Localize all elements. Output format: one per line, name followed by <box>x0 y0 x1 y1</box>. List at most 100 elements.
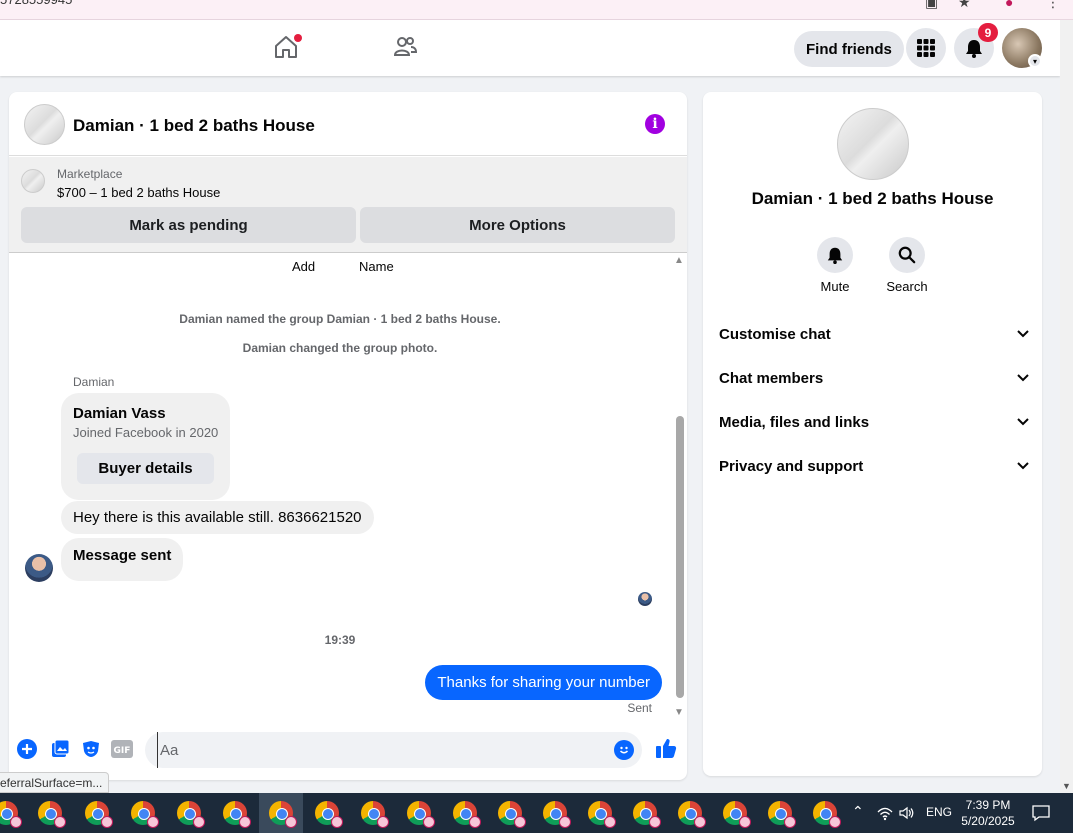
chrome-icon[interactable] <box>177 801 205 828</box>
chrome-icon[interactable] <box>85 801 113 828</box>
svg-text:GIF: GIF <box>114 746 131 756</box>
gif-icon[interactable]: GIF <box>111 738 133 760</box>
chrome-icon[interactable] <box>131 801 159 828</box>
chrome-icon[interactable] <box>633 801 661 828</box>
buyer-card: Damian Vass Joined Facebook in 2020 Buye… <box>61 393 230 500</box>
buyer-name: Damian Vass <box>73 405 166 422</box>
message-list[interactable]: Add Name Damian named the group Damian ·… <box>9 253 687 723</box>
friends-icon[interactable] <box>390 32 420 62</box>
page-scrollbar[interactable]: ▼ <box>1060 20 1073 793</box>
name-label[interactable]: Name <box>359 259 394 274</box>
chrome-icon[interactable] <box>361 801 389 828</box>
outgoing-message[interactable]: Thanks for sharing your number <box>425 665 662 700</box>
message-timestamp: 19:39 <box>324 633 356 647</box>
chrome-icon[interactable] <box>813 801 841 828</box>
volume-icon[interactable] <box>899 806 915 820</box>
chevron-down-icon <box>1017 374 1029 382</box>
wifi-icon[interactable] <box>877 807 893 821</box>
profile-icon[interactable]: ● <box>1005 0 1013 10</box>
system-message: Damian changed the group photo. <box>242 341 438 355</box>
chrome-icon[interactable] <box>678 801 706 828</box>
status-bar-url: eferralSurface=m... <box>0 772 110 793</box>
chat-title[interactable]: Damian · 1 bed 2 baths House <box>73 116 315 136</box>
buyer-joined: Joined Facebook in 2020 <box>73 425 219 440</box>
buyer-details-button[interactable]: Buyer details <box>77 453 214 484</box>
clock-time: 7:39 PM <box>965 798 1011 812</box>
scrollbar-thumb[interactable] <box>676 416 684 698</box>
language-indicator[interactable]: ENG <box>926 805 952 819</box>
incoming-message[interactable]: Hey there is this available still. 86366… <box>61 501 374 534</box>
chat-scrollbar[interactable]: ▲ ▼ <box>673 253 687 718</box>
scroll-up-arrow-icon[interactable]: ▲ <box>674 255 684 266</box>
group-photo[interactable] <box>24 104 65 145</box>
photo-icon[interactable] <box>49 738 71 760</box>
chrome-icon[interactable] <box>498 801 526 828</box>
chat-members-section[interactable]: Chat members <box>719 366 1029 390</box>
message-composer: GIF <box>9 723 687 780</box>
chrome-icon[interactable] <box>768 801 796 828</box>
chrome-icon[interactable] <box>453 801 481 828</box>
scroll-down-arrow-icon[interactable]: ▼ <box>1062 781 1071 791</box>
search-button[interactable]: Search <box>877 237 937 294</box>
chevron-down-icon[interactable]: ▾ <box>1028 54 1042 68</box>
star-icon[interactable]: ★ <box>958 0 971 11</box>
extension-icon[interactable]: ▣ <box>925 0 938 11</box>
chrome-icon[interactable] <box>223 801 251 828</box>
chevron-down-icon <box>1017 330 1029 338</box>
chrome-icon[interactable] <box>543 801 571 828</box>
section-label: Privacy and support <box>719 457 864 475</box>
privacy-support-section[interactable]: Privacy and support <box>719 454 1029 478</box>
customise-chat-section[interactable]: Customise chat <box>719 322 1029 346</box>
message-input[interactable] <box>157 732 597 768</box>
clock-date: 5/20/2025 <box>961 814 1015 828</box>
sender-avatar[interactable] <box>25 554 53 582</box>
search-icon[interactable] <box>889 237 925 273</box>
message-input-wrapper <box>145 732 642 768</box>
mute-button[interactable]: Mute <box>805 237 865 294</box>
chrome-icon[interactable] <box>38 801 66 828</box>
home-notification-dot <box>294 34 302 42</box>
media-files-links-section[interactable]: Media, files and links <box>719 410 1029 434</box>
chevron-up-icon[interactable]: ⌃ <box>852 803 864 820</box>
mute-label: Mute <box>820 279 850 294</box>
like-thumb-icon[interactable] <box>654 736 678 760</box>
chat-header: Damian · 1 bed 2 baths House i <box>9 92 687 156</box>
menu-icon[interactable]: ⋮ <box>1046 0 1060 11</box>
search-label: Search <box>886 279 928 294</box>
group-photo-large[interactable] <box>837 108 909 180</box>
chat-info-panel: Damian · 1 bed 2 baths House Mute Search… <box>703 92 1042 776</box>
plus-icon[interactable] <box>16 738 38 760</box>
add-label[interactable]: Add <box>292 259 315 274</box>
browser-toolbar: 5728559945 ▣ ★ ● ⋮ <box>0 0 1073 20</box>
scroll-down-arrow-icon[interactable]: ▼ <box>674 707 684 718</box>
more-options-button[interactable]: More Options <box>360 207 675 243</box>
chrome-icon[interactable] <box>723 801 751 828</box>
notification-badge: 9 <box>978 23 998 42</box>
notifications-center-icon[interactable] <box>1032 804 1050 822</box>
system-clock[interactable]: 7:39 PM 5/20/2025 <box>955 797 1021 829</box>
chrome-icon[interactable] <box>0 801 22 828</box>
top-navigation: Find friends 9 ▾ <box>0 20 1060 76</box>
url-fragment[interactable]: 5728559945 <box>0 0 72 7</box>
marketplace-label: Marketplace <box>57 167 123 181</box>
info-icon[interactable]: i <box>645 114 665 134</box>
chrome-icon[interactable] <box>407 801 435 828</box>
bell-icon[interactable] <box>817 237 853 273</box>
chrome-icon[interactable] <box>269 801 297 828</box>
find-friends-button[interactable]: Find friends <box>794 31 904 67</box>
sticker-icon[interactable] <box>80 738 102 760</box>
sent-status: Sent <box>627 701 652 715</box>
side-panel-title: Damian · 1 bed 2 baths House <box>751 189 994 208</box>
menu-grid-icon[interactable] <box>906 28 946 68</box>
mark-as-pending-button[interactable]: Mark as pending <box>21 207 356 243</box>
listing-title[interactable]: $700 – 1 bed 2 baths House <box>57 185 220 200</box>
incoming-message[interactable]: Message sent <box>61 538 184 581</box>
section-label: Chat members <box>719 369 824 387</box>
emoji-icon[interactable] <box>614 740 634 760</box>
sender-name: Damian <box>73 375 115 389</box>
listing-thumbnail[interactable] <box>21 169 45 193</box>
windows-taskbar: ⌃ ENG 7:39 PM 5/20/2025 <box>0 793 1073 833</box>
seen-avatar <box>638 592 652 606</box>
chrome-icon[interactable] <box>588 801 616 828</box>
chrome-icon[interactable] <box>315 801 343 828</box>
